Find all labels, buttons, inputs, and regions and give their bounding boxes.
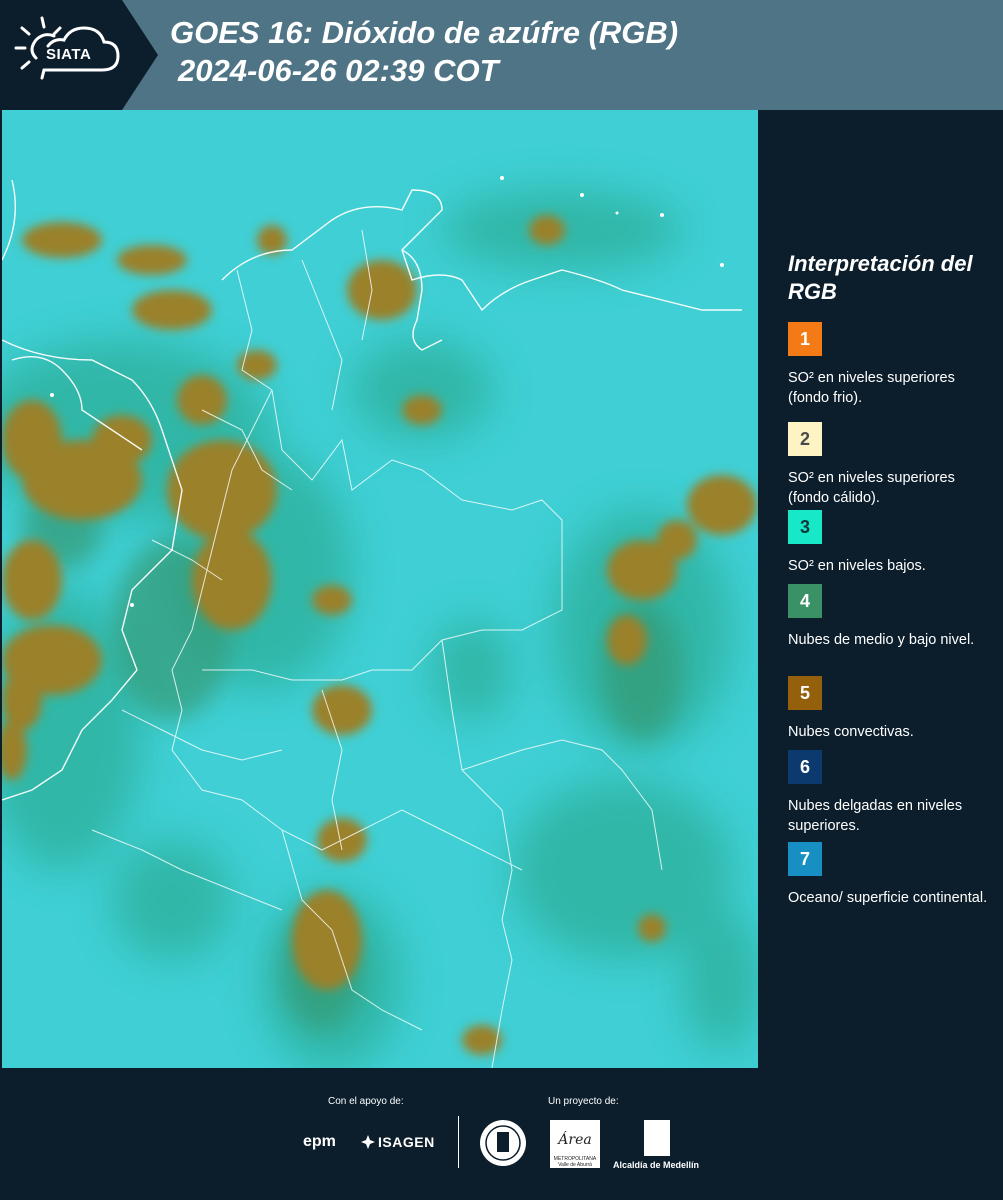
university-seal-icon bbox=[480, 1120, 526, 1166]
header-bar: SIATA GOES 16: Dióxido de azúfre (RGB) 2… bbox=[0, 0, 1003, 110]
legend-swatch-5: 5 bbox=[788, 676, 822, 710]
legend-item-4: 4 Nubes de medio y bajo nivel. bbox=[788, 584, 993, 650]
legend-item-6: 6 Nubes delgadas en niveles superiores. bbox=[788, 750, 993, 836]
area-logo-subtitle: METROPOLITANA Valle de Aburrá bbox=[553, 1156, 597, 1168]
satellite-map[interactable] bbox=[2, 110, 758, 1068]
footer: Con el apoyo de: Un proyecto de: epm ISA… bbox=[0, 1068, 1003, 1200]
legend-item-2: 2 SO² en niveles superiores (fondo cálid… bbox=[788, 422, 993, 508]
legend-item-7: 7 Oceano/ superficie continental. bbox=[788, 842, 993, 908]
legend-label-4: Nubes de medio y bajo nivel. bbox=[788, 632, 975, 648]
isagen-logo: ISAGEN bbox=[378, 1134, 435, 1150]
project-label: Un proyecto de: bbox=[548, 1096, 619, 1107]
epm-logo: epm bbox=[303, 1133, 336, 1150]
legend-label-3: SO² en niveles bajos. bbox=[788, 558, 926, 574]
legend-item-5: 5 Nubes convectivas. bbox=[788, 676, 993, 742]
legend-label-2: SO² en niveles superiores (fondo cálido)… bbox=[788, 470, 955, 506]
alcaldia-shield-icon bbox=[644, 1120, 670, 1156]
legend-panel: Interpretación del RGB 1 SO² en niveles … bbox=[760, 110, 1003, 1068]
isagen-icon bbox=[361, 1135, 375, 1149]
legend-title: Interpretación del RGB bbox=[788, 251, 973, 304]
legend-label-6: Nubes delgadas en niveles superiores. bbox=[788, 798, 963, 834]
legend-label-1: SO² en niveles superiores (fondo frio). bbox=[788, 370, 955, 406]
legend-label-7: Oceano/ superficie continental. bbox=[788, 890, 988, 906]
legend-item-3: 3 SO² en niveles bajos. bbox=[788, 510, 993, 576]
area-logo-text: Área bbox=[558, 1132, 592, 1148]
legend-label-5: Nubes convectivas. bbox=[788, 724, 914, 740]
legend-item-1: 1 SO² en niveles superiores (fondo frio)… bbox=[788, 322, 993, 408]
legend-swatch-3: 3 bbox=[788, 510, 822, 544]
footer-divider bbox=[458, 1116, 459, 1168]
legend-swatch-2: 2 bbox=[788, 422, 822, 456]
legend-swatch-4: 4 bbox=[788, 584, 822, 618]
title-timestamp: 2024-06-26 02:39 COT bbox=[178, 53, 499, 88]
legend-swatch-6: 6 bbox=[788, 750, 822, 784]
title-product: GOES 16: Dióxido de azúfre (RGB) bbox=[170, 15, 679, 50]
legend-swatch-7: 7 bbox=[788, 842, 822, 876]
page-title: GOES 16: Dióxido de azúfre (RGB) 2024-06… bbox=[170, 14, 678, 90]
satellite-image bbox=[2, 110, 758, 1068]
siata-logo-text: SIATA bbox=[46, 46, 92, 63]
legend-swatch-1: 1 bbox=[788, 322, 822, 356]
alcaldia-label: Alcaldía de Medellín bbox=[613, 1160, 700, 1170]
support-label: Con el apoyo de: bbox=[328, 1096, 404, 1107]
area-metropolitana-logo: Área METROPOLITANA Valle de Aburrá bbox=[550, 1120, 600, 1168]
siata-logo: SIATA bbox=[0, 0, 158, 110]
